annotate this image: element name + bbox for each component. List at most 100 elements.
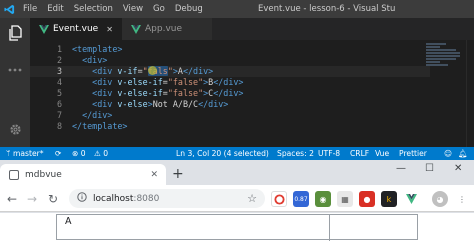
bookmark-star-icon[interactable]: ☆ bbox=[247, 192, 257, 205]
vscode-window: File Edit Selection View Go Debug Event.… bbox=[0, 0, 474, 160]
more-icon[interactable] bbox=[5, 60, 25, 80]
menu-view[interactable]: View bbox=[118, 0, 148, 18]
code-line[interactable]: 7 </div> bbox=[30, 110, 430, 121]
warning-icon[interactable]: ⚠ 0 bbox=[94, 147, 108, 160]
code-editor[interactable]: 1 <template> 2 <div> 3 <div v-if="fals">A</… bbox=[30, 40, 474, 147]
feedback-icon[interactable]: ☺ bbox=[444, 147, 452, 160]
code-token: </div> bbox=[213, 88, 244, 98]
formatter[interactable]: Prettier bbox=[399, 147, 427, 160]
code-token: </div> bbox=[182, 66, 214, 76]
tab-label: Event.vue bbox=[53, 24, 99, 34]
divider bbox=[329, 215, 330, 241]
line-number: 7 bbox=[56, 110, 62, 120]
opera-extension-icon[interactable] bbox=[271, 191, 287, 207]
page-content: A bbox=[0, 213, 474, 241]
error-icon[interactable]: ⊗ 0 bbox=[72, 147, 86, 160]
code-token: <div> bbox=[82, 55, 108, 65]
sync-icon[interactable]: ⟳ bbox=[55, 147, 61, 160]
code-token: </div> bbox=[198, 99, 229, 109]
menu-icon[interactable]: ⋮ bbox=[454, 191, 470, 207]
bell-icon[interactable]: 🔔︎ bbox=[458, 147, 468, 160]
code-token: v-else bbox=[117, 99, 148, 109]
browser-tab[interactable]: mdbvue ✕ bbox=[0, 164, 166, 185]
gear-icon[interactable] bbox=[5, 119, 25, 139]
explorer-icon[interactable] bbox=[5, 23, 25, 43]
mouse-cursor-highlight bbox=[147, 66, 157, 75]
menu-go[interactable]: Go bbox=[148, 0, 170, 18]
extension-icon[interactable]: ● bbox=[359, 191, 375, 207]
close-icon[interactable]: ✕ bbox=[106, 25, 113, 34]
line-number: 8 bbox=[56, 121, 62, 131]
url-host: localhost bbox=[93, 193, 134, 204]
code-line[interactable]: 3 <div v-if="fals">A</div> bbox=[30, 66, 430, 77]
minimap[interactable] bbox=[426, 42, 464, 102]
code-token: </template> bbox=[72, 121, 128, 131]
reload-button[interactable]: ↻ bbox=[45, 191, 61, 207]
code-line[interactable]: 4 <div v-else-if="false">B</div> bbox=[30, 77, 430, 88]
code-token: <template> bbox=[72, 44, 123, 54]
encoding[interactable]: UTF-8 bbox=[318, 147, 340, 160]
close-tab-icon[interactable]: ✕ bbox=[150, 170, 158, 180]
browser-tab-title: mdbvue bbox=[25, 169, 62, 180]
code-token: "false" bbox=[167, 77, 204, 87]
tab-label: App.vue bbox=[145, 24, 183, 34]
menu-debug[interactable]: Debug bbox=[170, 0, 208, 18]
forward-button[interactable]: → bbox=[24, 191, 40, 207]
tab-app-vue[interactable]: App.vue bbox=[122, 18, 212, 40]
menu-file[interactable]: File bbox=[18, 0, 42, 18]
cursor-position[interactable]: Ln 3, Col 20 (4 selected) bbox=[176, 147, 269, 160]
window-close-icon[interactable]: ✕ bbox=[454, 163, 462, 174]
code-token: <div bbox=[92, 66, 118, 76]
back-button[interactable]: ← bbox=[4, 191, 20, 207]
menu-selection[interactable]: Selection bbox=[69, 0, 118, 18]
vue-devtools-icon[interactable] bbox=[403, 191, 419, 207]
code-text: <div v-if="fals">A</div> bbox=[72, 66, 213, 77]
address-bar[interactable]: localhost:8080 ☆ bbox=[69, 189, 265, 208]
vertical-scrollbar[interactable] bbox=[466, 40, 474, 147]
indentation[interactable]: Spaces: 2 bbox=[277, 147, 314, 160]
line-number: 3 bbox=[56, 66, 62, 76]
vue-file-icon bbox=[39, 24, 49, 34]
line-number: 1 bbox=[56, 44, 62, 54]
branch-indicator[interactable]: ᛘ master* bbox=[6, 147, 44, 160]
info-icon[interactable] bbox=[77, 192, 87, 205]
extension-icon[interactable]: ◉ bbox=[315, 191, 331, 207]
code-text: </template> bbox=[72, 121, 127, 132]
code-line[interactable]: 2 <div> bbox=[30, 55, 430, 66]
code-line[interactable]: 8 </template> bbox=[30, 121, 430, 132]
new-tab-button[interactable]: + bbox=[172, 165, 184, 183]
code-token: v-else-if bbox=[117, 88, 163, 98]
code-line[interactable]: 6 <div v-else>Not A/B/C</div> bbox=[30, 99, 430, 110]
language-mode[interactable]: Vue bbox=[375, 147, 389, 160]
extension-badge-icon[interactable]: 0.87 bbox=[293, 191, 309, 207]
menu-edit[interactable]: Edit bbox=[42, 0, 68, 18]
window-title: Event.vue - lesson-6 - Visual Stu bbox=[258, 4, 396, 14]
page-favicon-icon bbox=[9, 169, 19, 180]
code-token: "false" bbox=[167, 88, 204, 98]
vscode-logo-icon bbox=[0, 0, 18, 18]
code-text: <div v-else>Not A/B/C</div> bbox=[72, 99, 228, 110]
tab-event-vue[interactable]: Event.vue ✕ bbox=[30, 18, 122, 40]
rendered-text: A bbox=[65, 216, 72, 227]
code-line[interactable]: 5 <div v-else-if="false">C</div> bbox=[30, 88, 430, 99]
maximize-icon[interactable]: ☐ bbox=[425, 163, 434, 174]
code-token: <div bbox=[92, 77, 118, 87]
browser-tab-strip: mdbvue ✕ + — ☐ ✕ bbox=[0, 160, 474, 185]
browser-toolbar: ← → ↻ localhost:8080 ☆ 0.87 ◉ ▦ ● k ◕ ⋮ bbox=[0, 185, 474, 212]
avatar[interactable]: ◕ bbox=[432, 191, 448, 207]
code-token: <div bbox=[92, 99, 118, 109]
extension-icon[interactable]: ▦ bbox=[337, 191, 353, 207]
code-text: </div> bbox=[72, 110, 112, 121]
code-line[interactable]: 1 <template> bbox=[30, 44, 430, 55]
extension-icon[interactable]: k bbox=[381, 191, 397, 207]
url-port: :8080 bbox=[133, 193, 160, 204]
line-ending[interactable]: CRLF bbox=[350, 147, 369, 160]
code-text: <div v-else-if="false">C</div> bbox=[72, 88, 243, 99]
code-token: Not A/B/C bbox=[152, 99, 199, 109]
minimize-icon[interactable]: — bbox=[396, 163, 406, 174]
